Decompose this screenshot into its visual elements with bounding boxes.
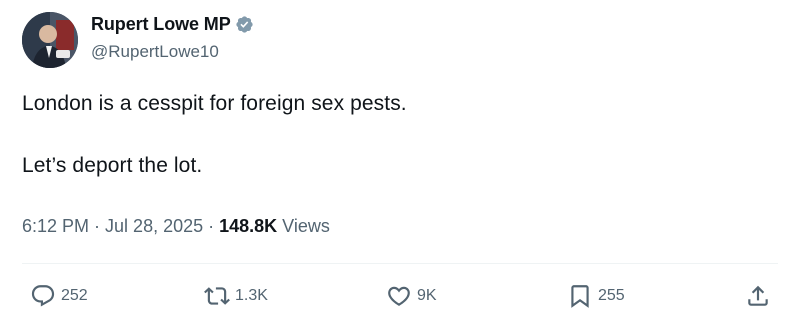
views-count: 148.8K <box>219 216 278 236</box>
divider <box>22 263 778 264</box>
like-button[interactable]: 9K <box>386 283 437 309</box>
heart-icon <box>388 286 410 306</box>
tweet-card: Rupert Lowe MP @RupertLowe10 London is a… <box>0 0 800 313</box>
tweet-time[interactable]: 6:12 PM <box>22 216 89 237</box>
tweet-text-line-1: London is a cesspit for foreign sex pest… <box>22 92 407 115</box>
like-count: 9K <box>417 287 437 304</box>
share-button[interactable] <box>745 283 771 309</box>
author-handle[interactable]: @RupertLowe10 <box>91 42 219 62</box>
author-name-row: Rupert Lowe MP <box>91 14 254 35</box>
retweet-button[interactable]: 1.3K <box>204 283 268 309</box>
verified-badge-icon[interactable] <box>235 15 254 34</box>
bookmark-button[interactable]: 255 <box>567 283 625 309</box>
reply-button[interactable]: 252 <box>30 283 88 309</box>
tweet-date[interactable]: Jul 28, 2025 <box>105 216 203 237</box>
avatar-image <box>22 12 78 68</box>
bookmark-icon <box>571 285 589 308</box>
tweet-text-line-2: Let’s deport the lot. <box>22 154 203 177</box>
display-name[interactable]: Rupert Lowe MP <box>91 14 231 35</box>
share-icon <box>748 285 768 306</box>
bookmark-count: 255 <box>598 287 625 304</box>
retweet-count: 1.3K <box>235 287 268 304</box>
tweet-meta: 6:12 PM · Jul 28, 2025 · 148.8K Views <box>22 216 330 237</box>
meta-separator-2: · <box>203 216 220 236</box>
meta-separator: · <box>89 216 106 236</box>
views-label: Views <box>277 216 330 236</box>
reply-count: 252 <box>61 287 88 304</box>
reply-icon <box>31 285 55 307</box>
avatar[interactable] <box>22 12 78 68</box>
retweet-icon <box>204 287 230 305</box>
